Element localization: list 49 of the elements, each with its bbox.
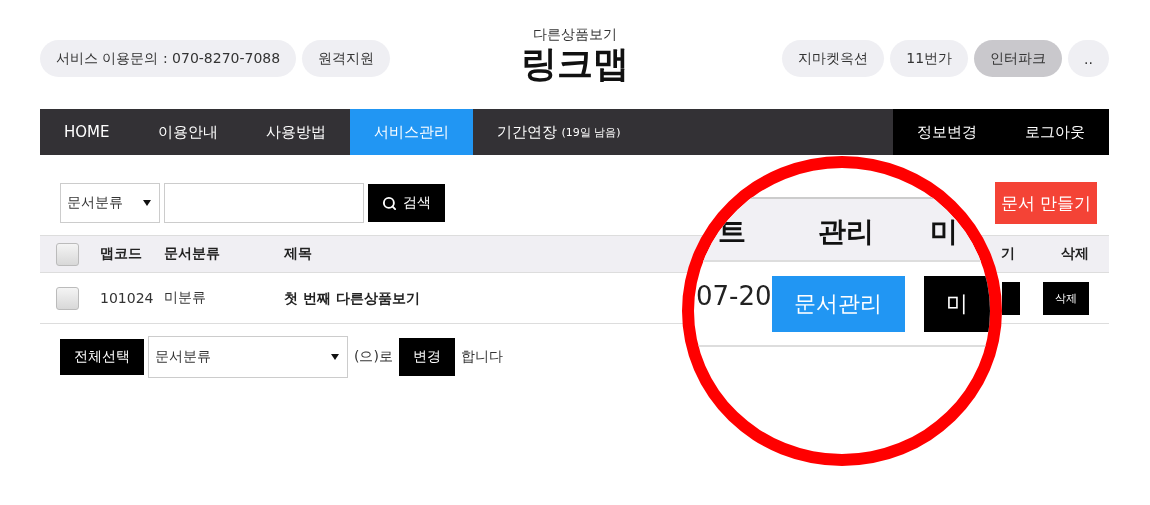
change-button[interactable]: 변경 [398, 338, 455, 376]
account-link[interactable]: 로그아웃 [1001, 109, 1109, 155]
market-pill[interactable]: 11번가 [890, 40, 969, 77]
column-header: 삭제 [1059, 245, 1090, 263]
nav-label: 사용방법 [265, 122, 326, 142]
document-title[interactable]: 첫 번째 다른상품보기 [284, 290, 420, 306]
contact-pill[interactable]: 원격지원 [302, 40, 391, 77]
contact-pill[interactable]: 서비스 이용문의 : 070-8270-7088 [40, 40, 297, 77]
caret-icon [331, 354, 339, 360]
sentence-end-text: 합니다 [460, 348, 503, 366]
preview-button[interactable]: 미 [924, 276, 990, 332]
table-cell-text: 101024 [100, 290, 155, 306]
caret-icon [143, 200, 151, 206]
search-button[interactable]: 검색 [368, 184, 445, 222]
suffix-text: (으)로 [354, 348, 393, 366]
column-header: 문서분류 [164, 245, 221, 263]
column-header: 미 [930, 214, 958, 250]
column-header: 관리 [818, 214, 874, 250]
category-select[interactable]: 문서분류 [148, 336, 348, 378]
account-link[interactable]: 정보변경 [893, 109, 1001, 155]
nav-label: 서비스관리 [373, 122, 449, 142]
remaining-days-note: (19일 남음) [561, 124, 621, 140]
nav-tab[interactable]: 사용방법 [241, 109, 350, 155]
column-header: 기 [1000, 245, 1016, 263]
nav-tab[interactable]: HOME [40, 109, 134, 155]
nav-tab[interactable]: 기간연장 (19일 남음) [472, 109, 645, 155]
preview-button[interactable] [1002, 281, 1020, 315]
new-document-button[interactable]: 문서 만들기 [994, 182, 1097, 224]
table-cell: 07-20 [696, 281, 772, 311]
checkbox[interactable] [56, 242, 79, 266]
category-select[interactable]: 문서분류 [60, 183, 160, 223]
search-icon [382, 195, 397, 211]
nav-label: 이용안내 [157, 122, 218, 142]
search-field[interactable] [164, 183, 364, 223]
nav-label: HOME [64, 123, 110, 141]
select-all-button[interactable]: 전체선택 [60, 339, 144, 375]
site-title: 링크맵 [520, 44, 629, 84]
checkbox[interactable] [56, 286, 79, 310]
market-pill[interactable]: 지마켓옥션 [782, 40, 885, 77]
market-pill[interactable]: 인터파크 [974, 40, 1063, 77]
delete-button[interactable]: 삭제 [1042, 281, 1089, 315]
nav-label: 기간연장 [496, 122, 557, 142]
column-header: 맵코드 [100, 245, 143, 263]
market-pill[interactable]: .. [1068, 40, 1109, 77]
column-header: 제목 [284, 245, 313, 263]
nav-tab[interactable]: 이용안내 [133, 109, 242, 155]
column-header: 트 [718, 214, 746, 250]
site-subtitle: 다른상품보기 [532, 26, 617, 44]
table-cell-text: 미분류 [164, 289, 207, 307]
